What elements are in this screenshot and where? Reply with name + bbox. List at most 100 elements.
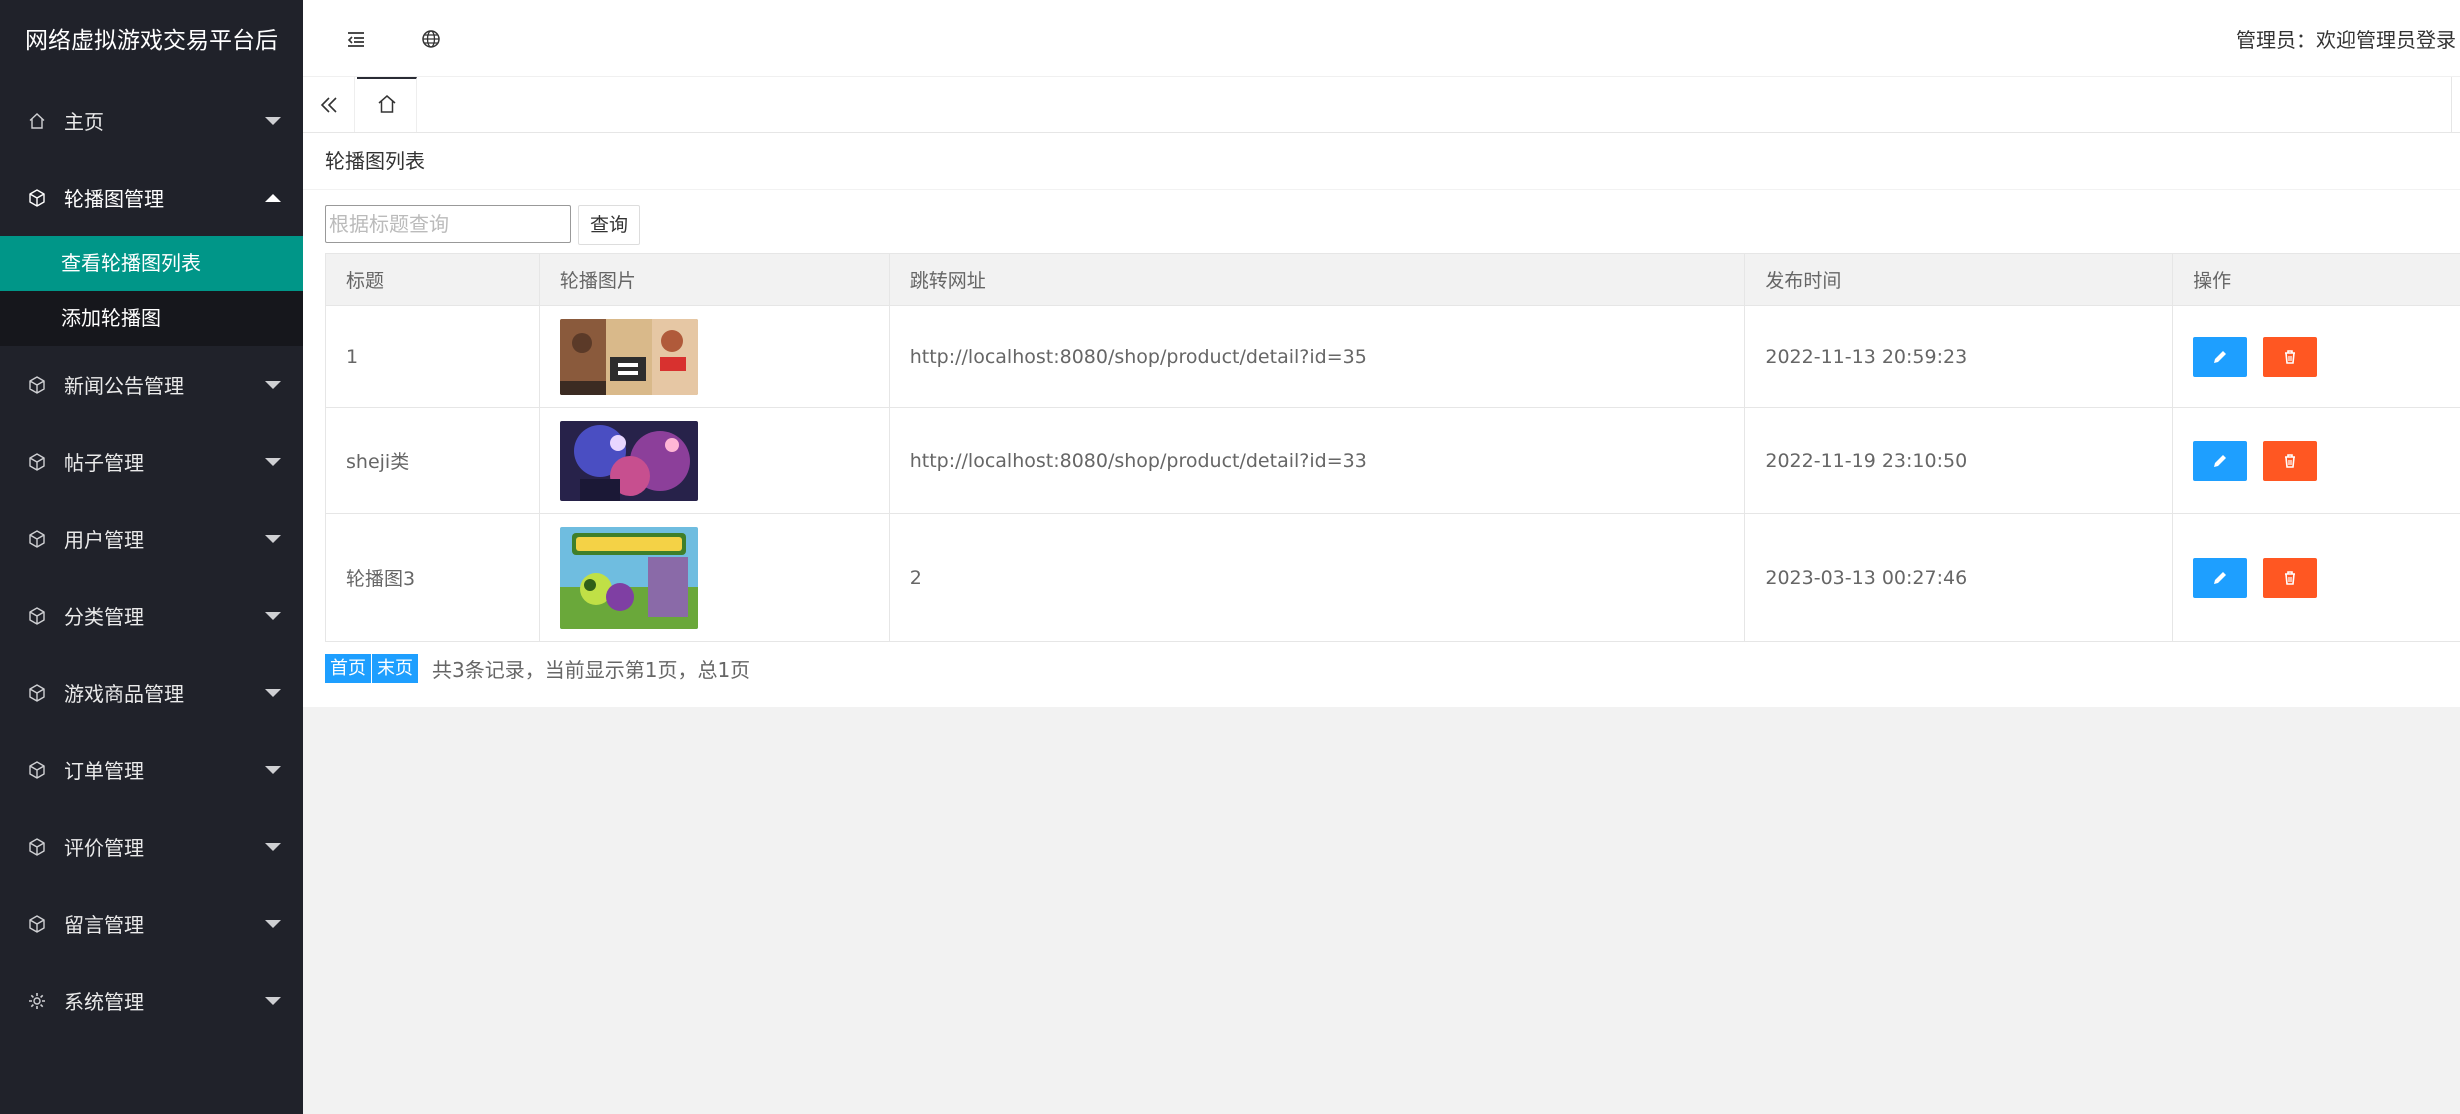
last-page-button[interactable]: 末页 [372, 654, 418, 683]
sidebar-item-label: 用户管理 [64, 528, 144, 552]
col-header-time: 发布时间 [1744, 253, 2174, 306]
cell-time: 2022-11-13 20:59:23 [1744, 305, 2174, 408]
home-icon [26, 110, 48, 132]
sidebar-item-label: 分类管理 [64, 605, 144, 629]
sidebar-item-orders[interactable]: 订单管理 [0, 731, 303, 808]
cube-icon [26, 374, 48, 396]
caret-down-icon [265, 765, 281, 774]
sidebar-item-categories[interactable]: 分类管理 [0, 577, 303, 654]
cell-url: http://localhost:8080/shop/product/detai… [888, 305, 1746, 408]
sidebar-item-label: 游戏商品管理 [64, 682, 184, 706]
caret-down-icon [265, 688, 281, 697]
tab-home[interactable] [357, 77, 417, 132]
globe-icon[interactable] [405, 0, 457, 77]
cell-time: 2022-11-19 23:10:50 [1744, 407, 2174, 514]
sidebar: 网络虚拟游戏交易平台后 主页 轮播图管理 查看轮播图列表 添加轮播图 新闻公告管… [0, 0, 303, 1114]
edit-button[interactable] [2193, 440, 2248, 481]
tabs-divider [2451, 77, 2452, 132]
trash-icon [2285, 453, 2296, 468]
sidebar-item-label: 新闻公告管理 [64, 374, 184, 398]
col-header-title: 标题 [325, 253, 540, 306]
indent-icon[interactable] [330, 0, 382, 77]
sidebar-item-products[interactable]: 游戏商品管理 [0, 654, 303, 731]
pagination: 首页 末页 共3条记录，当前显示第1页，总1页 [325, 654, 750, 683]
sidebar-item-news[interactable]: 新闻公告管理 [0, 346, 303, 423]
admin-user-menu[interactable]: 管理员：欢迎管理员登录 [2236, 0, 2456, 77]
carousel-table: 标题 轮播图片 跳转网址 发布时间 操作 1 http://localhost:… [325, 253, 2460, 642]
pencil-icon [2214, 571, 2227, 584]
pagination-info: 共3条记录，当前显示第1页，总1页 [432, 658, 751, 682]
cell-actions [2172, 407, 2460, 514]
delete-button[interactable] [2263, 440, 2318, 481]
cell-url: http://localhost:8080/shop/product/detai… [888, 407, 1746, 514]
pencil-icon [2214, 454, 2227, 467]
cell-title: 1 [325, 305, 540, 408]
gear-icon [26, 990, 48, 1012]
caret-down-icon [265, 534, 281, 543]
trash-icon [2285, 349, 2296, 364]
col-header-url: 跳转网址 [888, 253, 1746, 306]
table-row: sheji类 http://localhost:8080/shop/produc… [325, 407, 2460, 514]
cell-actions [2172, 513, 2460, 642]
table-header-row: 标题 轮播图片 跳转网址 发布时间 操作 [325, 253, 2460, 306]
delete-button[interactable] [2263, 557, 2318, 598]
caret-down-icon [265, 996, 281, 1005]
home-icon [375, 92, 399, 120]
double-chevron-left-icon[interactable] [303, 77, 355, 132]
edit-button[interactable] [2193, 557, 2248, 598]
caret-up-icon [265, 193, 281, 202]
subnav-carousel: 查看轮播图列表 添加轮播图 [0, 236, 303, 346]
cell-time: 2023-03-13 00:27:46 [1744, 513, 2174, 642]
sidebar-item-reviews[interactable]: 评价管理 [0, 808, 303, 885]
sidebar-item-label: 评价管理 [64, 836, 144, 860]
sidebar-item-users[interactable]: 用户管理 [0, 500, 303, 577]
page-title: 轮播图列表 [303, 133, 2460, 190]
pvz-cover-thumbnail [559, 526, 698, 629]
caret-down-icon [265, 919, 281, 928]
content-card: 轮播图列表 查询 标题 轮播图片 跳转网址 发布时间 操作 1 [303, 133, 2460, 707]
search-input[interactable] [325, 205, 571, 243]
delete-button[interactable] [2263, 336, 2318, 377]
top-header: 管理员：欢迎管理员登录 [303, 0, 2460, 77]
cell-image [538, 513, 890, 642]
caret-down-icon [265, 842, 281, 851]
edit-button[interactable] [2193, 336, 2248, 377]
caret-down-icon [265, 611, 281, 620]
cell-image [538, 305, 890, 408]
cell-title: sheji类 [325, 407, 540, 514]
app-title: 网络虚拟游戏交易平台后 [25, 28, 278, 54]
cube-icon [26, 528, 48, 550]
table-row: 1 http://localhost:8080/shop/product/det… [325, 305, 2460, 408]
cell-title: 轮播图3 [325, 513, 540, 642]
cube-icon [26, 913, 48, 935]
search-button[interactable]: 查询 [578, 205, 640, 245]
sidebar-item-carousel[interactable]: 轮播图管理 [0, 159, 303, 236]
cell-image [538, 407, 890, 514]
col-header-image: 轮播图片 [538, 253, 890, 306]
sidebar-item-label: 系统管理 [64, 990, 144, 1014]
cube-icon [26, 605, 48, 627]
sidebar-item-label: 轮播图管理 [64, 187, 164, 211]
sidebar-item-label: 主页 [64, 110, 104, 134]
sidebar-item-label: 帖子管理 [64, 451, 144, 475]
cube-icon [26, 451, 48, 473]
cell-actions [2172, 305, 2460, 408]
col-header-actions: 操作 [2172, 253, 2460, 306]
cube-icon [26, 759, 48, 781]
first-page-button[interactable]: 首页 [325, 654, 371, 683]
subnav-item-carousel-add[interactable]: 添加轮播图 [0, 291, 303, 346]
table-row: 轮播图3 2 2023-03-13 00:27:46 [325, 513, 2460, 642]
subnav-item-carousel-list[interactable]: 查看轮播图列表 [0, 236, 303, 291]
cube-icon [26, 187, 48, 209]
caret-down-icon [265, 116, 281, 125]
heroes-cover-thumbnail [559, 420, 698, 501]
sidebar-item-posts[interactable]: 帖子管理 [0, 423, 303, 500]
cell-url: 2 [888, 513, 1746, 642]
sidebar-item-system[interactable]: 系统管理 [0, 962, 303, 1039]
tabs-bar [303, 77, 2460, 133]
sidebar-item-label: 订单管理 [64, 759, 144, 783]
sidebar-item-label: 留言管理 [64, 913, 144, 937]
trash-icon [2285, 570, 2296, 585]
sidebar-item-home[interactable]: 主页 [0, 82, 303, 159]
sidebar-item-messages[interactable]: 留言管理 [0, 885, 303, 962]
